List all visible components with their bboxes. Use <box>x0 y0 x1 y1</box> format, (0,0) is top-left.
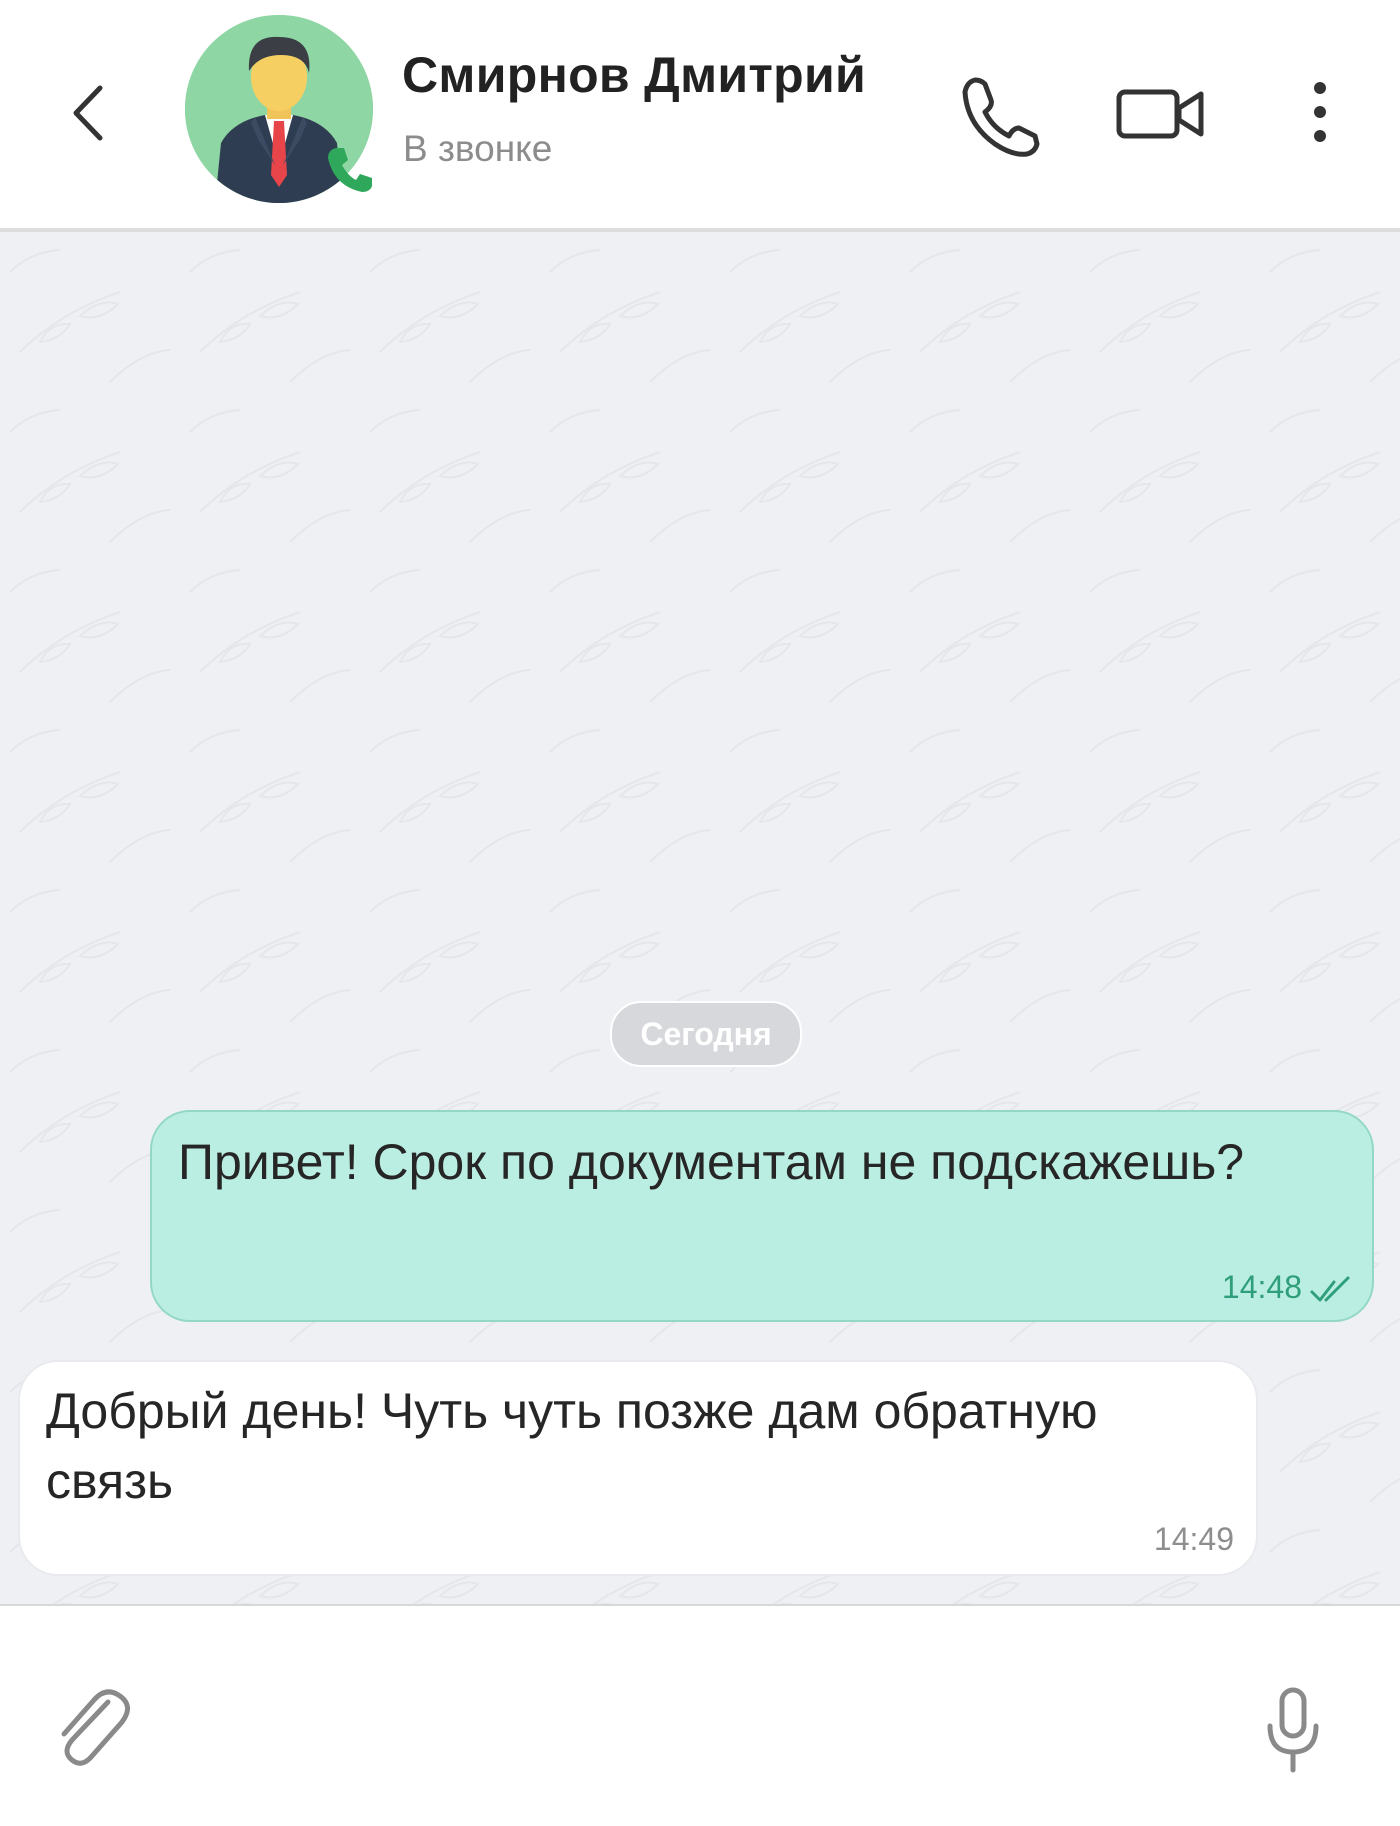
date-separator: Сегодня <box>610 1001 802 1067</box>
voice-call-button[interactable] <box>955 72 1045 162</box>
chat-header: Смирнов Дмитрий В звонке <box>0 0 1400 232</box>
message-time: 14:49 <box>1153 1521 1234 1557</box>
message-outgoing[interactable]: Привет! Срок по документам не подскажешь… <box>150 1110 1374 1322</box>
message-text: Привет! Срок по документам не подскажешь… <box>178 1134 1245 1190</box>
contact-name[interactable]: Смирнов Дмитрий <box>402 46 866 104</box>
phone-icon <box>962 77 1040 157</box>
contact-status: В звонке <box>403 128 553 169</box>
microphone-icon <box>1267 1687 1319 1773</box>
attach-button[interactable] <box>48 1684 134 1776</box>
message-text: Добрый день! Чуть чуть позже дам обратну… <box>46 1383 1098 1509</box>
back-button[interactable] <box>60 78 116 148</box>
chat-area[interactable]: Сегодня Привет! Срок по документам не по… <box>0 232 1400 1604</box>
phone-call-badge-icon <box>322 140 378 196</box>
more-options-button[interactable] <box>1300 78 1340 158</box>
more-vertical-icon <box>1314 82 1326 142</box>
message-time: 14:48 <box>1221 1269 1302 1305</box>
message-incoming[interactable]: Добрый день! Чуть чуть позже дам обратну… <box>18 1360 1258 1576</box>
chevron-left-icon <box>73 85 103 141</box>
video-camera-icon <box>1116 89 1204 139</box>
double-check-icon <box>1310 1276 1350 1302</box>
message-input-bar[interactable] <box>0 1604 1400 1826</box>
video-call-button[interactable] <box>1115 82 1207 148</box>
voice-message-button[interactable] <box>1262 1686 1324 1776</box>
paperclip-icon <box>61 1689 130 1766</box>
